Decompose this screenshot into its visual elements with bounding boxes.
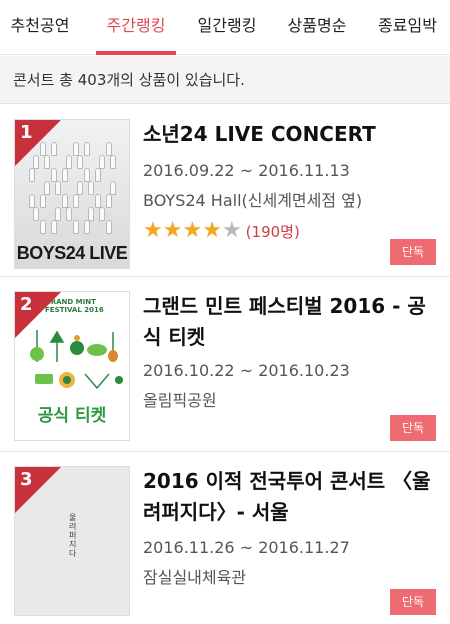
list-item[interactable]: 3 울려퍼지다 2016 이적 전국투어 콘서트 〈울려퍼지다〉- 서울 201… (0, 452, 450, 624)
item-venue: BOYS24 Hall(신세계면세점 옆) (143, 191, 363, 210)
exclusive-badge: 단독 (390, 415, 436, 441)
poster-figure (29, 194, 35, 208)
poster-figure (73, 194, 79, 208)
result-count: 콘서트 총 403개의 상품이 있습니다. (0, 56, 450, 104)
item-title[interactable]: 2016 이적 전국투어 콘서트 〈울려퍼지다〉- 서울 (143, 466, 438, 528)
exclusive-badge: 단독 (390, 239, 436, 265)
poster-figure (66, 207, 72, 221)
tab-daily-ranking[interactable]: 일간랭킹 (187, 0, 267, 55)
star-filled-icon: ★ (182, 218, 203, 243)
poster-figure (40, 194, 46, 208)
poster-figure (99, 207, 105, 221)
tab-bar: 추천공연 주간랭킹 일간랭킹 상품명순 종료임박 (0, 0, 450, 55)
poster-figure (51, 168, 57, 182)
poster-figure (55, 181, 61, 195)
poster-figure (44, 181, 50, 195)
poster-title: BOYS24 LIVE (16, 243, 128, 263)
poster-image[interactable]: 2 GRAND MINT FESTIVAL 2016 공식 티켓 (14, 291, 130, 441)
poster-figure (95, 194, 101, 208)
poster-figure (33, 207, 39, 221)
item-date: 2016.09.22 ~ 2016.11.13 (143, 161, 350, 180)
rank-number: 1 (20, 122, 33, 143)
poster-image[interactable]: 3 울려퍼지다 (14, 466, 130, 616)
tab-name-order[interactable]: 상품명순 (277, 0, 357, 55)
item-venue: 잠실실내체육관 (143, 568, 247, 587)
poster-title: 울려퍼지다 (69, 513, 77, 558)
rating-stars: ★ ★ ★ ★ ★ (190명) (143, 219, 300, 243)
poster-figure (106, 220, 112, 234)
poster-figure (77, 155, 83, 169)
tab-recommended[interactable]: 추천공연 (0, 0, 80, 55)
poster-figure (99, 155, 105, 169)
star-filled-icon: ★ (162, 218, 183, 243)
item-title[interactable]: 그랜드 민트 페스티벌 2016 - 공식 티켓 (143, 291, 438, 353)
tab-weekly-ranking[interactable]: 주간랭킹 (96, 0, 176, 55)
rank-number: 2 (20, 294, 33, 315)
poster-figure (77, 181, 83, 195)
poster-figure (88, 207, 94, 221)
poster-title: 공식 티켓 (37, 406, 107, 426)
exclusive-badge: 단독 (390, 589, 436, 615)
poster-figure (110, 155, 116, 169)
poster-figure (106, 142, 112, 156)
star-filled-icon: ★ (143, 218, 163, 243)
poster-figure (62, 194, 68, 208)
list-item[interactable]: 2 GRAND MINT FESTIVAL 2016 공식 티켓 그랜드 민트 … (0, 277, 450, 452)
poster-figure (62, 168, 68, 182)
tab-ending-soon[interactable]: 종료임박 (365, 0, 450, 55)
poster-figure (84, 168, 90, 182)
poster-figure (73, 220, 79, 234)
item-title[interactable]: 소년24 LIVE CONCERT (143, 119, 438, 150)
item-venue: 올림픽공원 (143, 391, 217, 410)
poster-figure (66, 155, 72, 169)
rank-number: 3 (20, 469, 33, 490)
poster-figure (110, 181, 116, 195)
review-count: (190명) (245, 222, 300, 241)
poster-figure (51, 220, 57, 234)
star-filled-icon: ★ (202, 218, 222, 243)
poster-figure (88, 181, 94, 195)
poster-figure (73, 142, 79, 156)
poster-figure (84, 142, 90, 156)
item-date: 2016.10.22 ~ 2016.10.23 (143, 361, 350, 380)
poster-figure (106, 194, 112, 208)
item-date: 2016.11.26 ~ 2016.11.27 (143, 538, 350, 557)
list-item[interactable]: 1 BOYS24 LIVE 소년24 LIVE CONCERT 2016.09.… (0, 105, 450, 277)
star-empty-icon: ★ (221, 218, 242, 243)
poster-figure (29, 168, 35, 182)
poster-figure (84, 220, 90, 234)
poster-image[interactable]: 1 BOYS24 LIVE (14, 119, 130, 269)
poster-figure (40, 220, 46, 234)
poster-figure (95, 168, 101, 182)
poster-figure (55, 207, 61, 221)
